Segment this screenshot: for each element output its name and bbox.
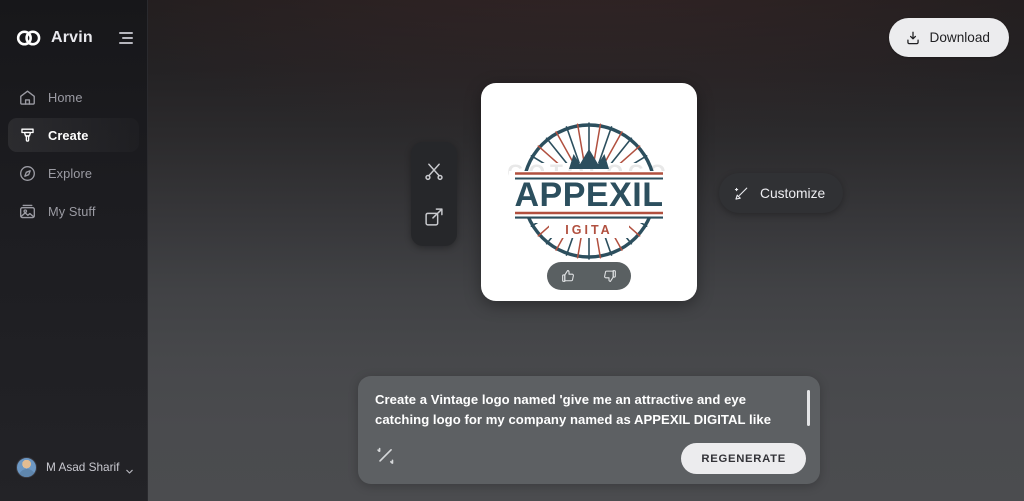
sidebar-item-my-stuff[interactable]: My Stuff xyxy=(8,194,139,228)
user-menu[interactable]: M Asad Sharif xyxy=(0,445,147,489)
download-label: Download xyxy=(929,30,990,45)
chevron-down-icon xyxy=(125,463,134,474)
scissors-crop-icon[interactable] xyxy=(423,160,445,182)
hamburger-menu-icon[interactable] xyxy=(119,32,133,44)
home-icon xyxy=(18,88,37,107)
brush-icon xyxy=(18,126,37,145)
prompt-scrollbar[interactable] xyxy=(807,390,810,426)
svg-text:IGITA: IGITA xyxy=(565,223,612,237)
user-name: M Asad Sharif xyxy=(46,460,120,474)
prompt-box: Create a Vintage logo named 'give me an … xyxy=(358,376,820,484)
sidebar-item-create[interactable]: Create xyxy=(8,118,139,152)
sidebar-item-label: Home xyxy=(48,89,83,105)
customize-button[interactable]: Customize xyxy=(719,173,844,213)
magic-pencil-icon xyxy=(733,185,750,202)
customize-label: Customize xyxy=(760,185,826,201)
brand-name: Arvin xyxy=(51,29,93,46)
regenerate-label: REGENERATE xyxy=(701,452,786,465)
sidebar: Arvin Home Create Explore My Stuff M Asa… xyxy=(0,0,148,501)
sidebar-item-explore[interactable]: Explore xyxy=(8,156,139,190)
expand-arrow-icon[interactable] xyxy=(423,206,445,228)
thumbs-up-icon[interactable] xyxy=(560,268,576,284)
infinity-loop-icon xyxy=(16,29,42,47)
svg-text:APPEXIL: APPEXIL xyxy=(515,176,664,214)
gallery-icon xyxy=(18,202,37,221)
thumbs-down-icon[interactable] xyxy=(602,268,618,284)
prompt-input[interactable]: Create a Vintage logo named 'give me an … xyxy=(375,390,793,431)
magic-wand-icon[interactable] xyxy=(372,444,398,470)
sidebar-item-home[interactable]: Home xyxy=(8,80,139,114)
main-canvas: Download GOTOLOGO xyxy=(148,0,1024,501)
sidebar-item-label: Create xyxy=(48,127,89,143)
avatar xyxy=(16,456,37,478)
compass-icon xyxy=(18,164,37,183)
sidebar-item-label: My Stuff xyxy=(48,203,96,219)
logo-artwork: APPEXIL IGITA xyxy=(501,111,677,271)
sidebar-item-label: Explore xyxy=(48,165,93,181)
download-icon xyxy=(905,30,921,46)
app-root: Arvin Home Create Explore My Stuff M Asa… xyxy=(0,0,1024,501)
image-tool-strip xyxy=(411,142,457,246)
feedback-bar xyxy=(547,262,631,290)
regenerate-button[interactable]: REGENERATE xyxy=(681,443,806,474)
download-button[interactable]: Download xyxy=(888,18,1009,57)
sidebar-nav: Home Create Explore My Stuff xyxy=(0,76,147,232)
brand-row: Arvin xyxy=(0,10,147,66)
generated-image-card[interactable]: GOTOLOGO xyxy=(481,83,697,301)
